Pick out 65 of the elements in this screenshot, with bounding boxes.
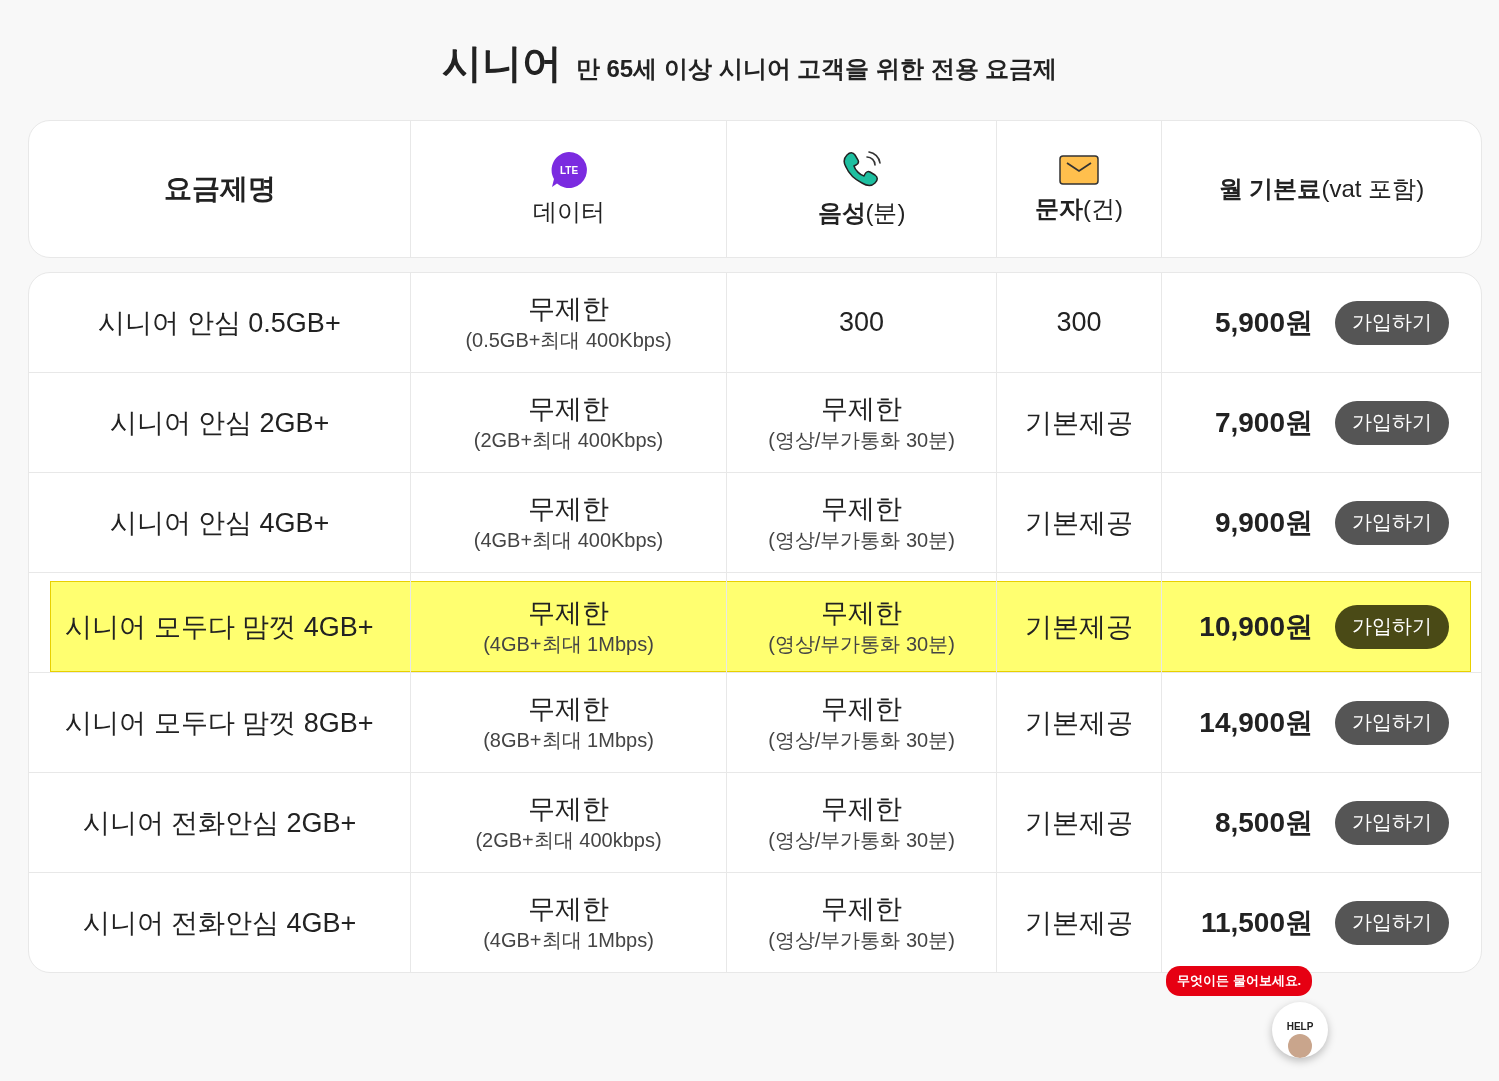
data-note: (2GB+최대 400kbps) <box>475 828 662 853</box>
envelope-icon <box>1058 153 1100 187</box>
sms-allowance: 기본제공 <box>1025 806 1133 840</box>
monthly-price: 8,500원 <box>1214 805 1313 840</box>
column-header: 월 기본료(vat 포함) <box>1218 174 1425 204</box>
data-note: (4GB+최대 400Kbps) <box>473 528 664 553</box>
voice-note: (영상/부가통화 30분) <box>768 632 955 657</box>
plan-name: 시니어 안심 4GB+ <box>109 506 330 540</box>
sms-allowance: 기본제공 <box>1025 610 1133 644</box>
column-header: 음성(분) <box>817 198 906 228</box>
page-subtitle: 만 65세 이상 시니어 고객을 위한 전용 요금제 <box>575 54 1058 84</box>
help-tooltip: 무엇이든 물어보세요. <box>1166 966 1313 996</box>
data-allowance: 무제한 <box>528 293 609 326</box>
monthly-price: 14,900원 <box>1199 705 1313 740</box>
monthly-price: 5,900원 <box>1214 305 1313 340</box>
data-allowance: 무제한 <box>528 793 609 826</box>
voice-note: (영상/부가통화 30분) <box>768 428 955 453</box>
column-header: 문자(건) <box>1035 194 1123 224</box>
voice-note: (영상/부가통화 30분) <box>768 528 955 553</box>
voice-allowance: 무제한 <box>821 693 902 726</box>
data-allowance: 무제한 <box>528 393 609 426</box>
sms-allowance: 기본제공 <box>1025 406 1133 440</box>
sms-allowance: 기본제공 <box>1025 906 1133 940</box>
sms-allowance: 기본제공 <box>1025 506 1133 540</box>
voice-allowance: 무제한 <box>821 597 902 630</box>
join-button[interactable]: 가입하기 <box>1335 500 1449 545</box>
data-note: (2GB+최대 400Kbps) <box>473 428 664 453</box>
voice-allowance: 무제한 <box>821 793 902 826</box>
join-button[interactable]: 가입하기 <box>1335 604 1449 649</box>
sms-allowance: 기본제공 <box>1025 706 1133 740</box>
data-allowance: 무제한 <box>528 597 609 630</box>
voice-allowance: 300 <box>838 307 885 338</box>
plan-name: 시니어 모두다 맘껏 8GB+ <box>65 706 374 740</box>
data-allowance: 무제한 <box>528 893 609 926</box>
data-note: (4GB+최대 1Mbps) <box>483 928 654 953</box>
join-button[interactable]: 가입하기 <box>1335 900 1449 945</box>
voice-note: (영상/부가통화 30분) <box>768 928 955 953</box>
voice-allowance: 무제한 <box>821 893 902 926</box>
plan-name: 시니어 안심 2GB+ <box>109 406 330 440</box>
column-header: 데이터 <box>532 197 605 227</box>
join-button[interactable]: 가입하기 <box>1335 300 1449 345</box>
voice-note: (영상/부가통화 30분) <box>768 728 955 753</box>
monthly-price: 10,900원 <box>1199 609 1313 644</box>
voice-allowance: 무제한 <box>821 393 902 426</box>
data-note: (0.5GB+최대 400Kbps) <box>465 328 672 353</box>
plan-name: 시니어 전화안심 2GB+ <box>82 806 357 840</box>
voice-allowance: 무제한 <box>821 493 902 526</box>
voice-note: (영상/부가통화 30분) <box>768 828 955 853</box>
monthly-price: 11,500원 <box>1200 905 1313 940</box>
monthly-price: 9,900원 <box>1214 505 1313 540</box>
data-note: (4GB+최대 1Mbps) <box>483 632 654 657</box>
join-button[interactable]: 가입하기 <box>1335 400 1449 445</box>
join-button[interactable]: 가입하기 <box>1335 800 1449 845</box>
data-allowance: 무제한 <box>528 493 609 526</box>
data-allowance: 무제한 <box>528 693 609 726</box>
sms-allowance: 300 <box>1056 307 1102 338</box>
join-button[interactable]: 가입하기 <box>1335 700 1449 745</box>
help-button[interactable]: HELP <box>1272 1002 1328 1058</box>
column-header: 요금제명 <box>163 172 276 206</box>
plan-name: 시니어 안심 0.5GB+ <box>98 306 341 340</box>
page-title: 시니어 <box>441 40 562 87</box>
plan-name: 시니어 모두다 맘껏 4GB+ <box>65 610 374 644</box>
data-note: (8GB+최대 1Mbps) <box>483 728 654 753</box>
monthly-price: 7,900원 <box>1214 405 1313 440</box>
plan-name: 시니어 전화안심 4GB+ <box>82 906 357 940</box>
